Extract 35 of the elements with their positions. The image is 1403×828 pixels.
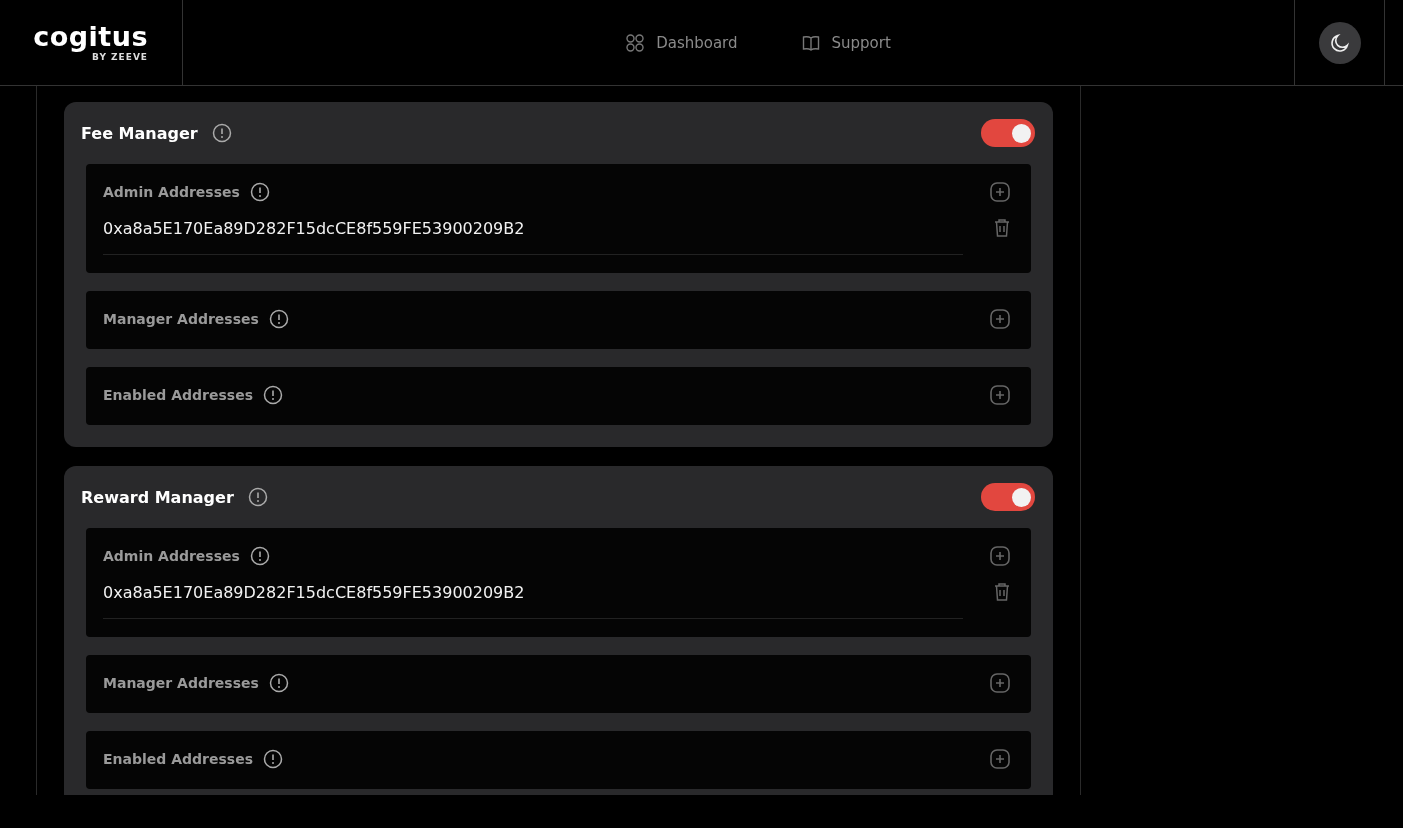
add-button[interactable] <box>989 672 1011 694</box>
book-icon <box>801 33 820 52</box>
grid-icon <box>626 33 645 52</box>
address-text: 0xa8a5E170Ea89D282F15dcCE8f559FE53900209B2 <box>103 582 525 602</box>
moon-icon <box>1328 31 1351 54</box>
card-title: Fee Manager <box>81 123 198 143</box>
info-icon[interactable] <box>262 385 283 405</box>
section-label: Enabled Addresses <box>103 387 253 403</box>
toggle-switch[interactable] <box>981 119 1035 147</box>
add-button[interactable] <box>989 181 1011 203</box>
info-icon[interactable] <box>249 182 270 202</box>
info-icon[interactable] <box>211 123 232 143</box>
logo-subtitle: BY ZEEVE <box>92 52 148 62</box>
delete-button[interactable] <box>993 218 1011 238</box>
add-button[interactable] <box>989 384 1011 406</box>
add-button[interactable] <box>989 308 1011 330</box>
section-label: Manager Addresses <box>103 675 259 691</box>
info-icon[interactable] <box>249 546 270 566</box>
section-label: Admin Addresses <box>103 184 240 200</box>
info-icon[interactable] <box>268 673 289 693</box>
address-text: 0xa8a5E170Ea89D282F15dcCE8f559FE53900209B2 <box>103 218 525 238</box>
section-label: Enabled Addresses <box>103 751 253 767</box>
nav-link[interactable]: Dashboard <box>626 33 738 52</box>
theme-toggle-button[interactable] <box>1318 21 1361 64</box>
info-icon[interactable] <box>262 749 283 769</box>
info-icon[interactable] <box>247 487 268 507</box>
card-title: Reward Manager <box>81 487 234 507</box>
nav-link[interactable]: Support <box>801 33 891 52</box>
info-icon[interactable] <box>268 309 289 329</box>
toggle-switch[interactable] <box>981 483 1035 511</box>
delete-button[interactable] <box>993 582 1011 602</box>
add-button[interactable] <box>989 748 1011 770</box>
section-label: Manager Addresses <box>103 311 259 327</box>
section-label: Admin Addresses <box>103 548 240 564</box>
add-button[interactable] <box>989 545 1011 567</box>
